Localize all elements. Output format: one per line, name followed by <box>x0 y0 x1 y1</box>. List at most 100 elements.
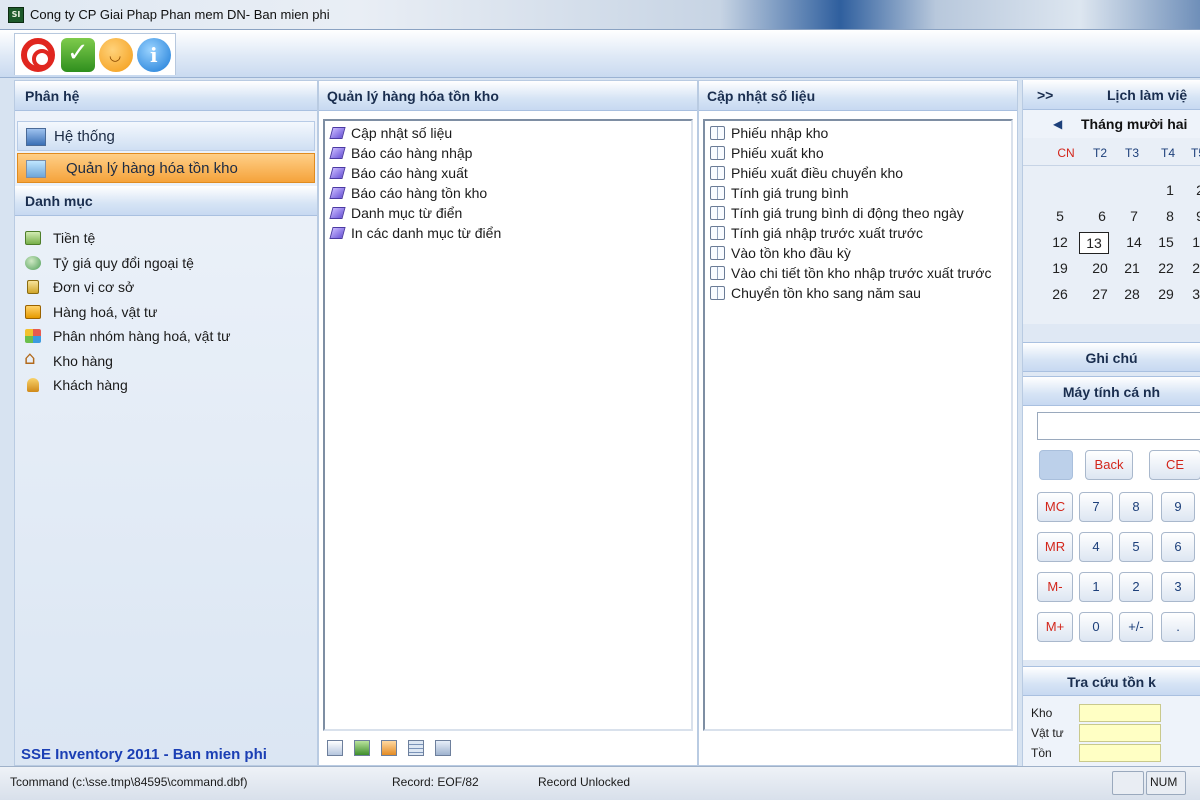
stock-field[interactable] <box>1079 744 1161 762</box>
list-item[interactable]: Tính giá trung bình <box>707 183 1011 203</box>
m-minus-button[interactable]: M- <box>1037 572 1073 602</box>
copy-icon[interactable] <box>353 740 370 756</box>
list-item[interactable]: Chuyển tồn kho sang năm sau <box>707 283 1011 303</box>
digit-3-button[interactable]: 3 <box>1161 572 1195 602</box>
update-list: Phiếu nhập kho Phiếu xuất kho Phiếu xuất… <box>703 119 1013 731</box>
book-icon <box>710 126 725 140</box>
digit-9-button[interactable]: 9 <box>1161 492 1195 522</box>
digit-7-button[interactable]: 7 <box>1079 492 1113 522</box>
module-item-inventory[interactable]: Quản lý hàng hóa tồn kho <box>17 153 315 183</box>
digit-2-button[interactable]: 2 <box>1119 572 1153 602</box>
smile-icon[interactable] <box>99 38 133 72</box>
m-plus-button[interactable]: M+ <box>1037 612 1073 642</box>
list-item[interactable]: Tính giá nhập trước xuất trước <box>707 223 1011 243</box>
calendar-day[interactable]: 12 <box>1045 234 1075 250</box>
digit-8-button[interactable]: 8 <box>1119 492 1153 522</box>
calendar-day[interactable]: 19 <box>1045 260 1075 276</box>
warehouse-field[interactable] <box>1079 704 1161 722</box>
window-icon[interactable] <box>434 740 451 756</box>
catalog-list: Tiền tệ Tỷ giá quy đổi ngoại tệ Đơn vị c… <box>23 227 231 399</box>
catalog-item-customer[interactable]: Khách hàng <box>23 374 231 399</box>
list-item[interactable]: Báo cáo hàng nhập <box>327 143 691 163</box>
list-item[interactable]: In các danh mục từ điển <box>327 223 691 243</box>
inventory-panel: Quản lý hàng hóa tồn kho Cập nhật số liệ… <box>318 80 698 766</box>
calendar-day[interactable]: 21 <box>1117 260 1147 276</box>
calendar-day-today[interactable]: 13 <box>1079 232 1109 254</box>
list-item[interactable]: Phiếu xuất kho <box>707 143 1011 163</box>
warehouse-label: Kho <box>1031 706 1053 720</box>
help-icon[interactable] <box>21 38 55 72</box>
info-icon[interactable] <box>137 38 171 72</box>
list-item-label: Tính giá trung bình di động theo ngày <box>731 205 964 221</box>
list-item[interactable]: Báo cáo hàng tồn kho <box>327 183 691 203</box>
mc-button[interactable]: MC <box>1037 492 1073 522</box>
check-icon[interactable] <box>61 38 95 72</box>
digit-0-button[interactable]: 0 <box>1079 612 1113 642</box>
update-panel: Cập nhật số liệu Phiếu nhập kho Phiếu xu… <box>698 80 1018 766</box>
edit-icon[interactable] <box>327 740 343 756</box>
calendar-day[interactable]: 14 <box>1119 234 1149 250</box>
list-icon[interactable] <box>407 740 424 756</box>
calculator-header[interactable]: Máy tính cá nh <box>1023 376 1200 406</box>
digit-5-button[interactable]: 5 <box>1119 532 1153 562</box>
system-icon <box>26 128 46 146</box>
status-bar: Tcommand (c:\sse.tmp\84595\command.dbf) … <box>0 766 1200 800</box>
catalog-item-warehouse[interactable]: Kho hàng <box>23 348 231 375</box>
calendar-day[interactable]: 26 <box>1045 286 1075 302</box>
stock-lookup-header[interactable]: Tra cứu tồn k <box>1023 666 1200 696</box>
catalog-item-goods[interactable]: Hàng hoá, vật tư <box>23 301 231 326</box>
list-item[interactable]: Vào chi tiết tồn kho nhập trước xuất trư… <box>707 263 1011 283</box>
stock-lookup: Kho Vật tư Tồn <box>1023 696 1200 766</box>
calendar-day[interactable]: 2 <box>1185 182 1200 198</box>
digit-1-button[interactable]: 1 <box>1079 572 1113 602</box>
calendar-day[interactable]: 16 <box>1185 234 1200 250</box>
calendar-day[interactable]: 7 <box>1119 208 1149 224</box>
ce-button[interactable]: CE <box>1149 450 1200 480</box>
catalog-item-exchange-rate[interactable]: Tỷ giá quy đổi ngoại tệ <box>23 252 231 277</box>
collapse-arrows[interactable]: >> <box>1037 80 1053 110</box>
list-item[interactable]: Cập nhật số liệu <box>327 123 691 143</box>
list-item-label: Danh mục từ điển <box>351 205 463 221</box>
month-name: Tháng mười hai <box>1081 116 1188 132</box>
calendar-day[interactable]: 1 <box>1155 182 1185 198</box>
calculator-display[interactable] <box>1037 412 1200 440</box>
calendar-day[interactable]: 9 <box>1185 208 1200 224</box>
digit-6-button[interactable]: 6 <box>1161 532 1195 562</box>
digit-4-button[interactable]: 4 <box>1079 532 1113 562</box>
catalog-item-currency[interactable]: Tiền tệ <box>23 227 231 252</box>
gem-icon <box>329 127 346 139</box>
list-item[interactable]: Phiếu xuất điều chuyển kho <box>707 163 1011 183</box>
list-item[interactable]: Phiếu nhập kho <box>707 123 1011 143</box>
calendar-day[interactable]: 8 <box>1155 208 1185 224</box>
catalog-item-unit[interactable]: Đơn vị cơ sở <box>23 276 231 301</box>
material-field[interactable] <box>1079 724 1161 742</box>
chart-icon[interactable] <box>380 740 397 756</box>
calendar-day[interactable]: 22 <box>1151 260 1181 276</box>
list-item[interactable]: Vào tồn kho đầu kỳ <box>707 243 1011 263</box>
calendar-day[interactable]: 20 <box>1085 260 1115 276</box>
prev-month-icon[interactable]: ◀ <box>1053 110 1062 138</box>
catalog-item-goods-group[interactable]: Phân nhóm hàng hoá, vật tư <box>23 325 231 350</box>
calendar-day[interactable]: 27 <box>1085 286 1115 302</box>
gem-icon <box>329 207 346 219</box>
calendar-day[interactable]: 28 <box>1117 286 1147 302</box>
calendar-day[interactable]: 30 <box>1185 286 1200 302</box>
calendar-day[interactable]: 5 <box>1045 208 1075 224</box>
decimal-button[interactable]: . <box>1161 612 1195 642</box>
catalog-label: Hàng hoá, vật tư <box>53 303 158 320</box>
list-item[interactable]: Tính giá trung bình di động theo ngày <box>707 203 1011 223</box>
sign-toggle-button[interactable]: +/- <box>1119 612 1153 642</box>
list-item[interactable]: Báo cáo hàng xuất <box>327 163 691 183</box>
status-command: Tcommand (c:\sse.tmp\84595\command.dbf) <box>10 775 248 789</box>
list-item[interactable]: Danh mục từ điển <box>327 203 691 223</box>
calendar-day[interactable]: 15 <box>1151 234 1181 250</box>
mr-button[interactable]: MR <box>1037 532 1073 562</box>
back-button[interactable]: Back <box>1085 450 1133 480</box>
calendar-day[interactable]: 23 <box>1185 260 1200 276</box>
notes-header[interactable]: Ghi chú <box>1023 342 1200 372</box>
inventory-list: Cập nhật số liệu Báo cáo hàng nhập Báo c… <box>323 119 693 731</box>
calendar-day[interactable]: 6 <box>1087 208 1117 224</box>
catalog-label: Đơn vị cơ sở <box>53 279 135 295</box>
calendar-day[interactable]: 29 <box>1151 286 1181 302</box>
module-item-system[interactable]: Hệ thống <box>17 121 315 151</box>
